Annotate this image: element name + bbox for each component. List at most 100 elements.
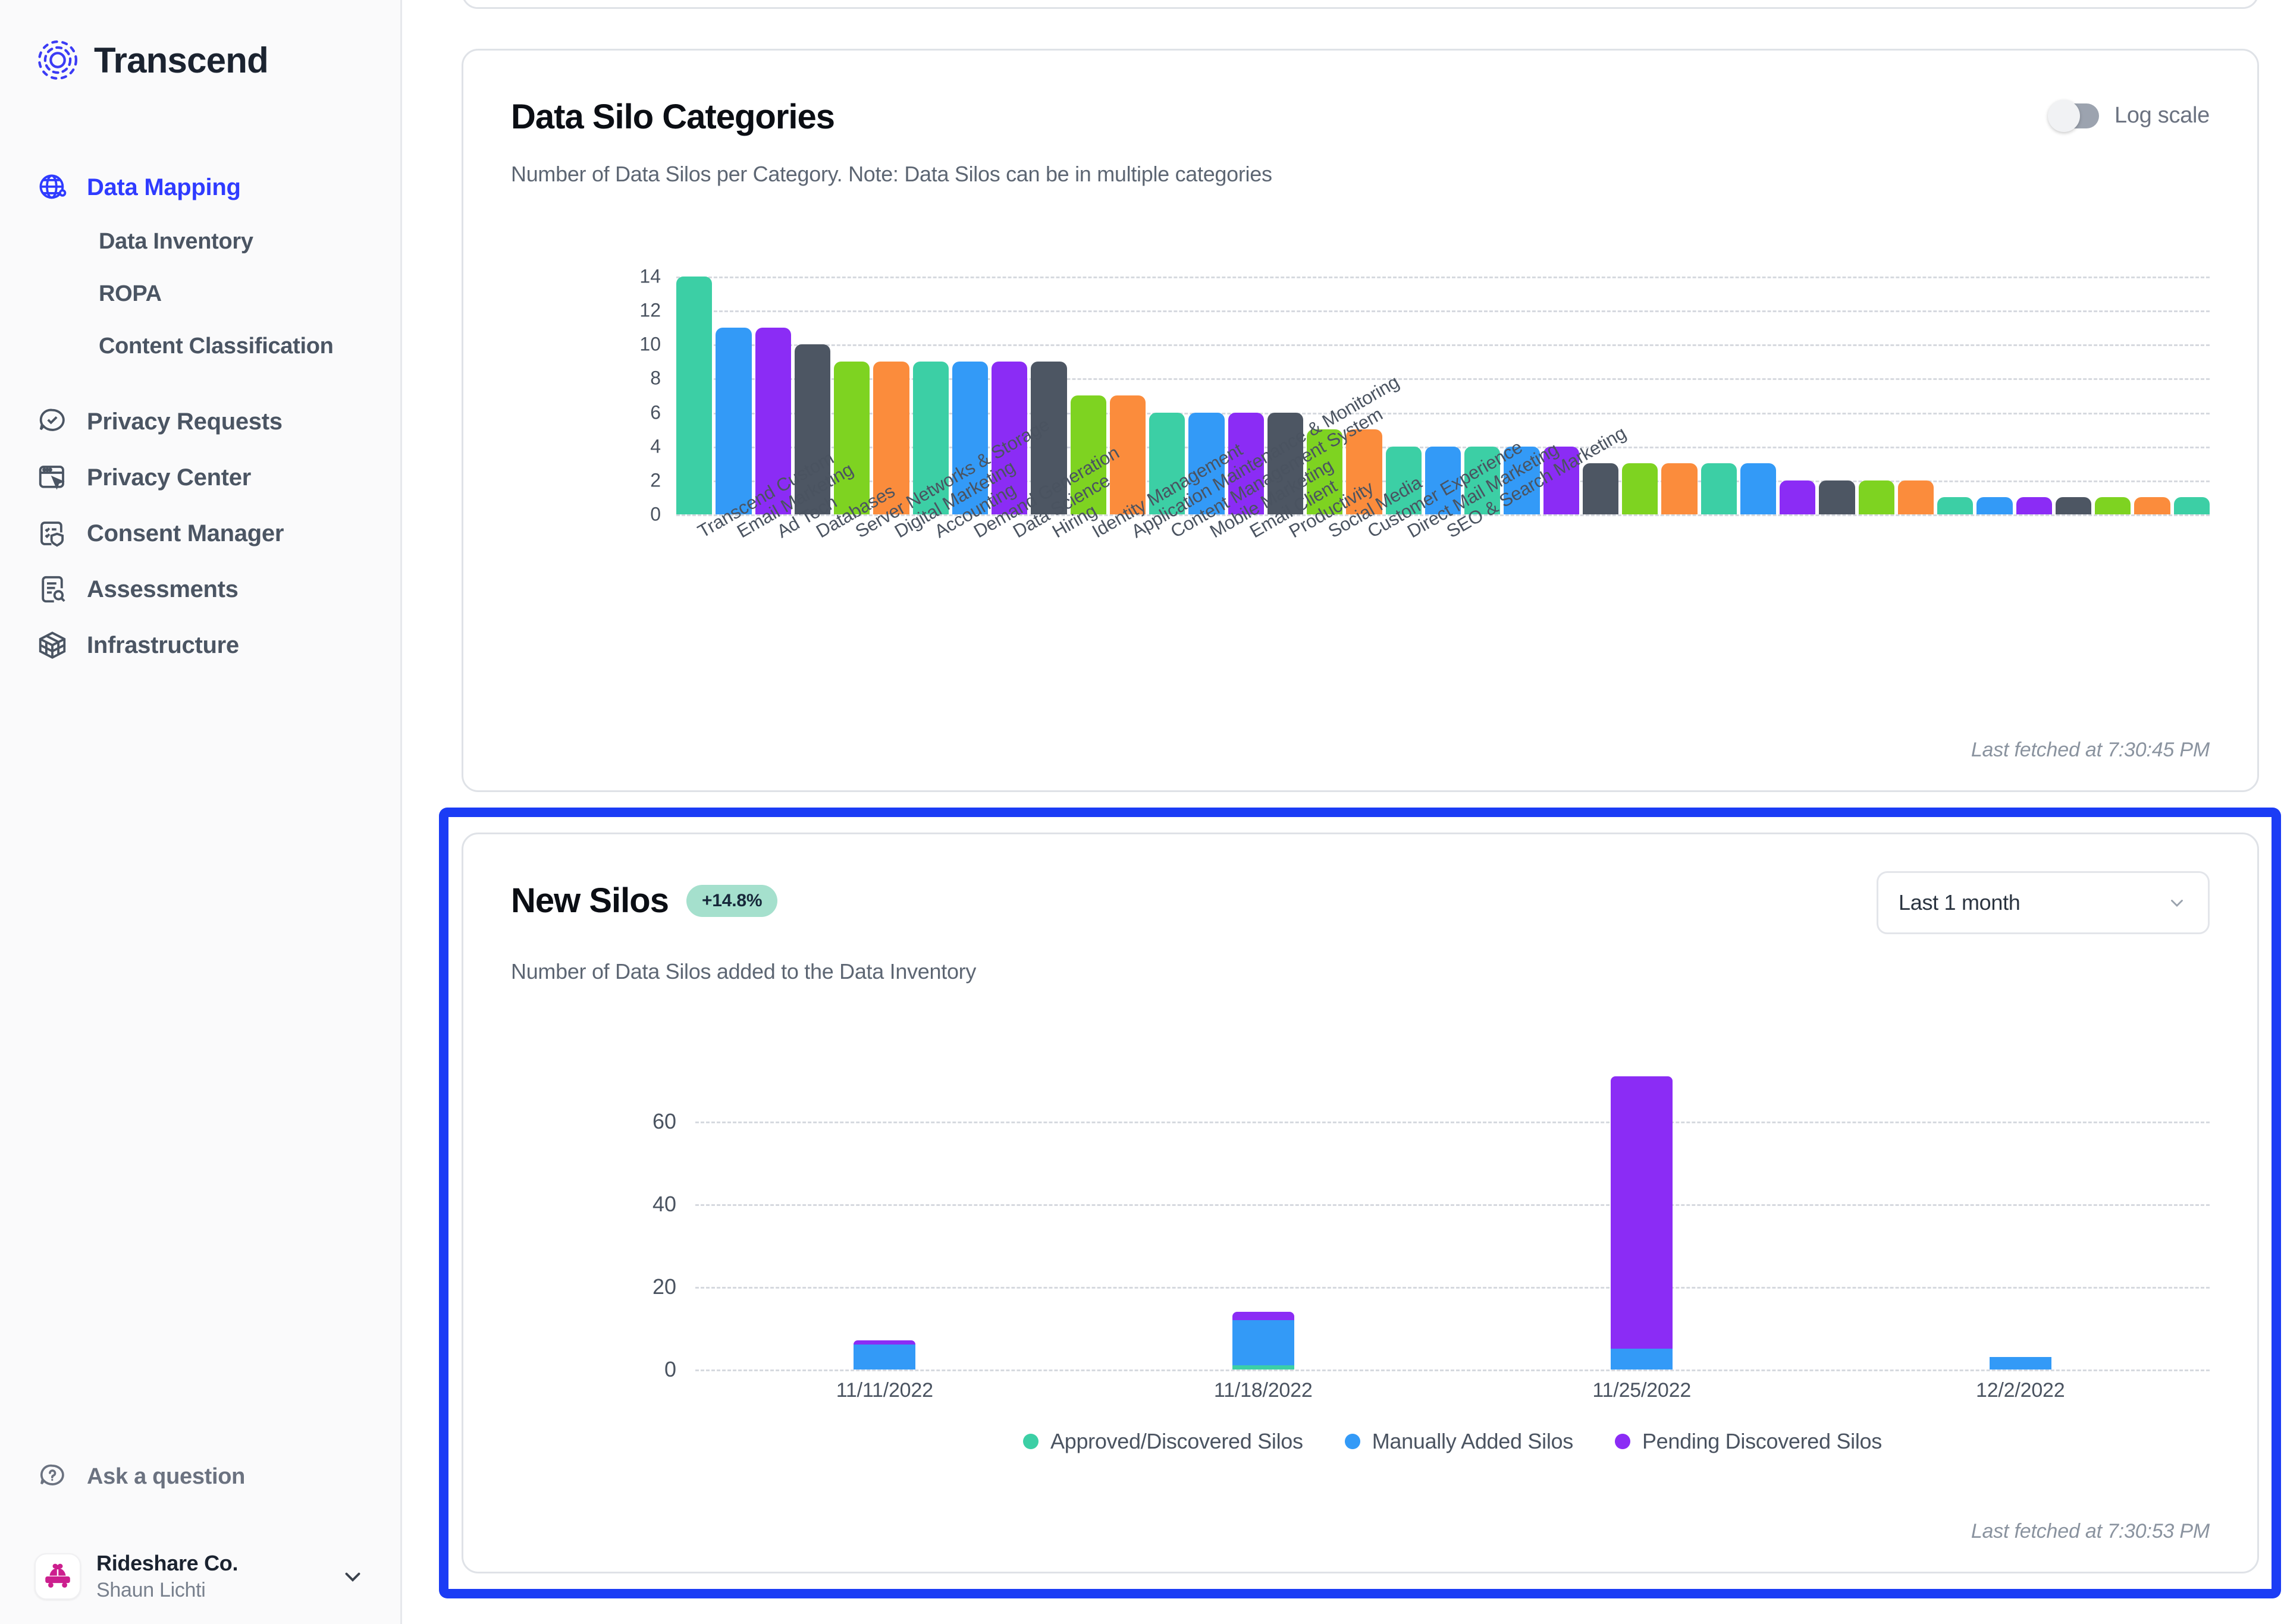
bar[interactable] — [716, 327, 752, 514]
bar-slot — [1831, 1072, 2210, 1369]
page-title: Data Silo Categories — [511, 98, 835, 136]
profile-user: Shaun Lichti — [96, 1579, 206, 1602]
profile-text: Rideshare Co. Shaun Lichti — [96, 1550, 324, 1604]
y-tick-label: 20 — [652, 1274, 676, 1299]
bar-segment[interactable] — [1611, 1076, 1673, 1349]
log-scale-label: Log scale — [2114, 103, 2210, 128]
x-tick — [1543, 516, 1579, 694]
ask-a-question-button[interactable]: Ask a question — [0, 1448, 400, 1505]
log-scale-control[interactable]: Log scale — [2048, 99, 2210, 132]
legend-label: Approved/Discovered Silos — [1050, 1429, 1303, 1453]
x-tick: Demand Generation — [952, 442, 1122, 694]
sidebar-item-assessments[interactable]: Assessments — [0, 561, 400, 617]
table-row[interactable] — [1611, 1072, 1673, 1369]
x-tick — [1504, 516, 1539, 694]
sidebar: Transcend Data Mapping Data Inventory RO… — [0, 0, 402, 1624]
bar[interactable] — [2016, 497, 2052, 514]
x-tick-label: 12/2/2022 — [1976, 1379, 2065, 1402]
x-axis-labels: 11/11/2022 11/18/2022 11/25/2022 12/2/2022 — [695, 1379, 2210, 1402]
legend-item[interactable]: Pending Discovered Silos — [1614, 1429, 1882, 1454]
bar[interactable] — [1701, 463, 1737, 514]
sidebar-item-data-mapping[interactable]: Data Mapping — [0, 159, 400, 215]
bar[interactable] — [1897, 480, 1934, 514]
bar[interactable] — [834, 361, 870, 514]
table-row[interactable] — [854, 1072, 916, 1369]
sidebar-item-consent-manager[interactable]: Consent Manager — [0, 505, 400, 561]
x-tick — [2095, 516, 2131, 694]
legend-label: Pending Discovered Silos — [1642, 1429, 1882, 1453]
bar-segment[interactable] — [1611, 1349, 1673, 1369]
card-header: Data Silo Categories Log scale — [463, 51, 2257, 137]
card-subtitle: Number of Data Silos added to the Data I… — [511, 959, 977, 984]
x-tick — [1622, 516, 1658, 694]
sidebar-subitem-label: Data Inventory — [99, 228, 253, 254]
bar-segment[interactable] — [1989, 1357, 2051, 1369]
bar[interactable] — [2055, 497, 2091, 514]
brand-name: Transcend — [94, 40, 269, 80]
sidebar-item-data-inventory[interactable]: Data Inventory — [0, 215, 400, 268]
bar[interactable] — [2134, 497, 2170, 514]
sidebar-item-content-classification[interactable]: Content Classification — [0, 320, 400, 372]
bar[interactable] — [2095, 497, 2131, 514]
table-row[interactable] — [1232, 1072, 1294, 1369]
sidebar-item-label: Assessments — [87, 576, 239, 602]
globe-icon — [34, 169, 70, 205]
sidebar-item-privacy-center[interactable]: Privacy Center — [0, 450, 400, 505]
bar-segment[interactable] — [1232, 1365, 1294, 1369]
log-scale-toggle[interactable] — [2048, 99, 2100, 132]
bar[interactable] — [1937, 497, 1974, 514]
bar-slot — [695, 1072, 1074, 1369]
bar[interactable] — [2173, 497, 2210, 514]
y-axis: 0 20 40 60 — [612, 1072, 689, 1381]
bar[interactable] — [676, 277, 713, 514]
profile-org: Rideshare Co. — [96, 1550, 239, 1575]
table-row[interactable] — [1989, 1072, 2051, 1369]
bar[interactable] — [1976, 497, 2013, 514]
legend-item[interactable]: Manually Added Silos — [1344, 1429, 1574, 1454]
sidebar-item-label: Privacy Requests — [87, 408, 283, 435]
y-tick-label: 10 — [639, 333, 661, 355]
x-tick — [1661, 516, 1697, 694]
date-range-select[interactable]: Last 1 month — [1877, 871, 2210, 934]
x-tick-label: 11/18/2022 — [1213, 1379, 1313, 1402]
x-tick — [1740, 516, 1776, 694]
question-bubble-icon — [34, 1459, 70, 1494]
x-tick — [2134, 516, 2170, 694]
legend-label: Manually Added Silos — [1372, 1429, 1574, 1453]
x-tick-label: 11/25/2022 — [1592, 1379, 1692, 1402]
silo-bar-chart: 0 2 4 6 8 10 12 14 Transcend Custom Email Market… — [612, 266, 2210, 562]
y-tick-label: 0 — [664, 1357, 676, 1381]
profile-switcher[interactable]: Rideshare Co. Shaun Lichti — [0, 1529, 400, 1624]
x-tick: Mobile Marketing — [1188, 455, 1336, 694]
sidebar-item-ropa[interactable]: ROPA — [0, 268, 400, 320]
bar[interactable] — [1582, 463, 1618, 514]
brand[interactable]: Transcend — [0, 0, 400, 83]
y-tick-label: 2 — [650, 469, 661, 491]
bar-segment[interactable] — [1232, 1320, 1294, 1366]
bar[interactable] — [1622, 463, 1658, 514]
bar[interactable] — [1780, 480, 1816, 514]
bar-segment[interactable] — [854, 1340, 916, 1345]
x-tick: Email Marketing — [716, 458, 857, 694]
card-above-partial — [462, 0, 2259, 9]
main-content: Data Silo Categories Log scale Number of… — [402, 0, 2284, 1624]
legend-item[interactable]: Approved/Discovered Silos — [1023, 1429, 1303, 1454]
bar[interactable] — [1661, 463, 1698, 514]
x-tick: Transcend Custom — [676, 447, 837, 694]
sidebar-item-infrastructure[interactable]: Infrastructure — [0, 617, 400, 673]
chevron-down-icon[interactable] — [340, 1563, 366, 1590]
new-silos-chart: 0 20 40 60 11/11/2022 11/18/2022 11/25/2022 12… — [612, 1072, 2210, 1453]
x-axis-labels: Transcend Custom Email Marketing Ad Tech Da… — [676, 371, 2210, 694]
y-tick-label: 0 — [650, 503, 661, 525]
new-silos-card: New Silos +14.8% Last 1 month Number of … — [462, 833, 2259, 1573]
sidebar-item-privacy-requests[interactable]: Privacy Requests — [0, 394, 400, 450]
bar-segment[interactable] — [1232, 1311, 1294, 1320]
y-tick-label: 40 — [652, 1192, 676, 1217]
bar[interactable] — [1740, 463, 1776, 514]
bar[interactable] — [1819, 480, 1855, 514]
chevron-down-icon — [2166, 892, 2188, 913]
x-tick: Ad Tech — [755, 491, 840, 694]
bar-segment[interactable] — [854, 1345, 916, 1369]
bar[interactable] — [1858, 480, 1894, 514]
